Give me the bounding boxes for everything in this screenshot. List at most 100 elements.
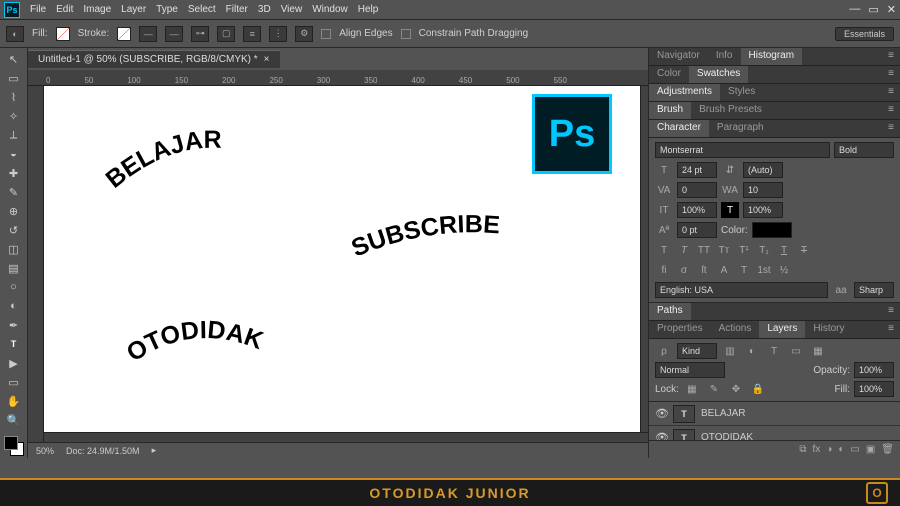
tab-layers[interactable]: Layers xyxy=(759,321,805,338)
new-layer-icon[interactable]: ▣ xyxy=(866,444,875,455)
path-op-icon[interactable]: ▢ xyxy=(217,26,235,42)
minimize-icon[interactable]: — xyxy=(849,3,860,16)
fraction-button[interactable]: 1st xyxy=(755,262,773,278)
hand-tool[interactable]: ✋ xyxy=(3,392,25,410)
layer-row[interactable]: 👁 T BELAJAR xyxy=(649,402,900,426)
tracking-field[interactable]: 10 xyxy=(743,182,783,198)
italic-button[interactable]: T xyxy=(675,242,693,258)
leading-field[interactable]: (Auto) xyxy=(743,162,783,178)
alt-button[interactable]: A xyxy=(715,262,733,278)
tab-paths[interactable]: Paths xyxy=(649,303,691,320)
dodge-tool[interactable]: ◐ xyxy=(3,297,25,315)
menu-image[interactable]: Image xyxy=(83,4,111,15)
eyedropper-tool[interactable]: ◒ xyxy=(3,145,25,163)
gear-icon[interactable]: ⚙ xyxy=(295,26,313,42)
tool-preset-icon[interactable]: ◐ xyxy=(6,26,24,42)
zoom-display[interactable]: 50% xyxy=(36,446,54,456)
color-swatches[interactable] xyxy=(4,436,24,456)
panel-menu-icon[interactable]: ≡ xyxy=(882,303,900,320)
lasso-tool[interactable]: ⌇ xyxy=(3,88,25,106)
panel-menu-icon[interactable]: ≡ xyxy=(882,102,900,119)
text-color-swatch[interactable] xyxy=(752,222,792,238)
stroke-width[interactable]: — xyxy=(139,26,157,42)
panel-menu-icon[interactable]: ≡ xyxy=(882,120,900,137)
menu-view[interactable]: View xyxy=(281,4,303,15)
align-edges-checkbox[interactable] xyxy=(321,29,331,39)
link-layers-icon[interactable]: ⧉ xyxy=(799,444,806,455)
canvas[interactable]: BELAJAR SUBSCRIBE OTODIDAK Ps xyxy=(44,86,648,442)
tab-adjustments[interactable]: Adjustments xyxy=(649,84,720,101)
brush-tool[interactable]: ✎ xyxy=(3,183,25,201)
w-link-icon[interactable]: ⊶ xyxy=(191,26,209,42)
layer-row[interactable]: 👁 T OTODIDAK xyxy=(649,426,900,440)
history-brush-tool[interactable]: ↺ xyxy=(3,221,25,239)
tab-actions[interactable]: Actions xyxy=(711,321,760,338)
type-tool[interactable]: T xyxy=(3,335,25,353)
underline-button[interactable]: T xyxy=(775,242,793,258)
move-tool[interactable]: ↖ xyxy=(3,50,25,68)
stamp-tool[interactable]: ⊕ xyxy=(3,202,25,220)
tab-brush-presets[interactable]: Brush Presets xyxy=(691,102,770,119)
marquee-tool[interactable]: ▭ xyxy=(3,69,25,87)
strike-button[interactable]: T xyxy=(795,242,813,258)
stroke-style[interactable]: — xyxy=(165,26,183,42)
layer-mask-icon[interactable]: ◑ xyxy=(826,444,832,455)
zoom-tool[interactable]: 🔍 xyxy=(3,411,25,429)
path-align-icon[interactable]: ≡ xyxy=(243,26,261,42)
panel-menu-icon[interactable]: ≡ xyxy=(882,84,900,101)
menu-3d[interactable]: 3D xyxy=(258,4,271,15)
font-size-field[interactable]: 24 pt xyxy=(677,162,717,178)
panel-menu-icon[interactable]: ≡ xyxy=(882,321,900,338)
kerning-field[interactable]: 0 xyxy=(677,182,717,198)
lock-position-icon[interactable]: ✥ xyxy=(727,381,745,397)
allcaps-button[interactable]: TT xyxy=(695,242,713,258)
swash-button[interactable]: ſt xyxy=(695,262,713,278)
filter-pixel-icon[interactable]: ▥ xyxy=(721,343,739,359)
tab-info[interactable]: Info xyxy=(708,48,741,65)
path-select-tool[interactable]: ▶ xyxy=(3,354,25,372)
visibility-toggle[interactable]: 👁 xyxy=(655,431,667,440)
stroke-swatch[interactable] xyxy=(117,27,131,41)
panel-menu-icon[interactable]: ≡ xyxy=(882,66,900,83)
lock-transparent-icon[interactable]: ▦ xyxy=(683,381,701,397)
layer-name[interactable]: OTODIDAK xyxy=(701,432,753,440)
tab-styles[interactable]: Styles xyxy=(720,84,763,101)
tab-close-icon[interactable]: × xyxy=(264,54,270,65)
superscript-button[interactable]: T¹ xyxy=(735,242,753,258)
vscale-field[interactable]: 100% xyxy=(677,202,717,218)
workspace-switcher[interactable]: Essentials xyxy=(835,27,894,41)
wand-tool[interactable]: ✧ xyxy=(3,107,25,125)
menu-layer[interactable]: Layer xyxy=(121,4,146,15)
blend-mode-select[interactable]: Normal xyxy=(655,362,725,378)
fill-swatch[interactable] xyxy=(56,27,70,41)
tab-brush[interactable]: Brush xyxy=(649,102,691,119)
document-tab[interactable]: Untitled-1 @ 50% (SUBSCRIBE, RGB/8/CMYK)… xyxy=(28,50,280,68)
smallcaps-button[interactable]: Tᴛ xyxy=(715,242,733,258)
maximize-icon[interactable]: ▭ xyxy=(868,3,878,16)
tab-paragraph[interactable]: Paragraph xyxy=(709,120,772,137)
tab-properties[interactable]: Properties xyxy=(649,321,711,338)
filter-icon[interactable]: ρ xyxy=(655,343,673,359)
lock-all-icon[interactable]: 🔒 xyxy=(749,381,767,397)
bold-button[interactable]: T xyxy=(655,242,673,258)
hscale-field[interactable]: 100% xyxy=(743,202,783,218)
menu-edit[interactable]: Edit xyxy=(56,4,73,15)
ordinal-button[interactable]: σ xyxy=(675,262,693,278)
path-arrange-icon[interactable]: ⋮ xyxy=(269,26,287,42)
filter-smart-icon[interactable]: ▦ xyxy=(809,343,827,359)
eraser-tool[interactable]: ◫ xyxy=(3,240,25,258)
ligature-button[interactable]: fi xyxy=(655,262,673,278)
filter-type-icon[interactable]: T xyxy=(765,343,783,359)
close-icon[interactable]: ✕ xyxy=(887,3,896,16)
tab-navigator[interactable]: Navigator xyxy=(649,48,708,65)
menu-help[interactable]: Help xyxy=(358,4,379,15)
menu-file[interactable]: File xyxy=(30,4,46,15)
tab-history[interactable]: History xyxy=(805,321,852,338)
tab-color[interactable]: Color xyxy=(649,66,689,83)
opacity-field[interactable]: 100% xyxy=(854,362,894,378)
lock-pixels-icon[interactable]: ✎ xyxy=(705,381,723,397)
menu-window[interactable]: Window xyxy=(312,4,348,15)
status-arrow-icon[interactable]: ▸ xyxy=(152,445,157,456)
shape-tool[interactable]: ▭ xyxy=(3,373,25,391)
layer-fx-icon[interactable]: fx xyxy=(813,444,821,455)
